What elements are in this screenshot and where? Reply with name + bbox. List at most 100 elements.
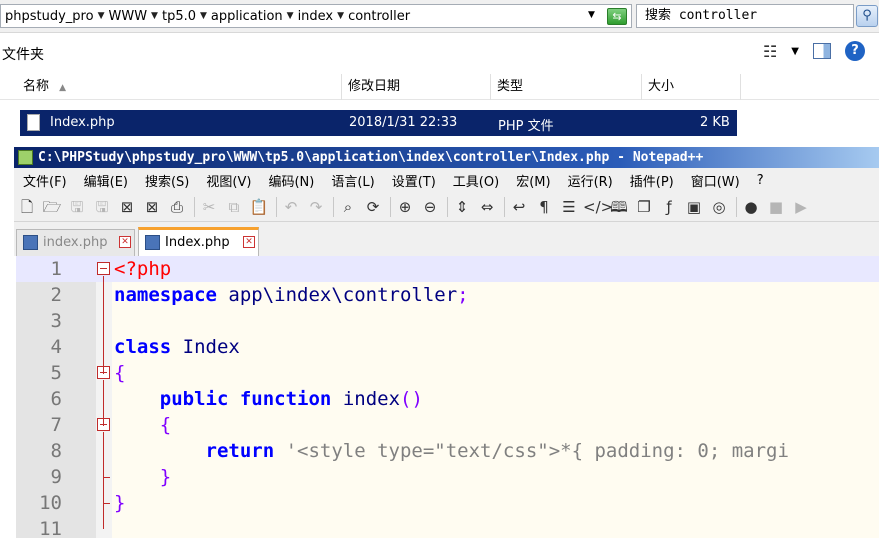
- breadcrumb[interactable]: phpstudy_pro ▼ WWW ▼ tp5.0 ▼ application ▼ i…: [0, 4, 632, 28]
- menu-settings[interactable]: 设置(T): [392, 171, 436, 190]
- open-file-icon[interactable]: 🗁: [41, 196, 63, 218]
- new-file-icon[interactable]: 🗋: [16, 196, 38, 218]
- close-tab-icon[interactable]: ✕: [243, 236, 255, 248]
- document-map-icon[interactable]: 🕮: [608, 196, 630, 218]
- indent-guide-icon[interactable]: ☰: [558, 196, 580, 218]
- code-text: return '<style type="text/css">*{ paddin…: [114, 438, 789, 464]
- menu-file[interactable]: 文件(F): [23, 171, 67, 190]
- code-line[interactable]: 7 {: [16, 412, 879, 438]
- close-tab-icon[interactable]: ✕: [119, 236, 131, 248]
- menu-macro[interactable]: 宏(M): [516, 171, 550, 190]
- folder-workspace-icon[interactable]: ◎: [708, 196, 730, 218]
- code-line[interactable]: 3: [16, 308, 879, 334]
- record-macro-icon[interactable]: ●: [740, 196, 762, 218]
- zoom-out-icon[interactable]: ⊖: [419, 196, 441, 218]
- replace-icon[interactable]: ⟳: [362, 196, 384, 218]
- word-wrap-icon[interactable]: ↩: [508, 196, 530, 218]
- close-icon[interactable]: ⊠: [116, 196, 138, 218]
- code-line[interactable]: 5{: [16, 360, 879, 386]
- xml-tag-icon[interactable]: </>: [583, 196, 613, 218]
- code-line[interactable]: 1 <?php: [16, 256, 879, 282]
- code-line[interactable]: 8 return '<style type="text/css">*{ padd…: [16, 438, 879, 464]
- undo-icon[interactable]: ↶: [280, 196, 302, 218]
- chevron-down-icon[interactable]: ▼: [200, 11, 207, 21]
- column-size[interactable]: 大小: [642, 74, 741, 100]
- menu-encoding[interactable]: 编码(N): [268, 171, 314, 190]
- paste-icon[interactable]: 📋: [248, 196, 270, 218]
- breadcrumb-label[interactable]: phpstudy_pro: [5, 9, 94, 24]
- breadcrumb-item[interactable]: index ▼: [298, 9, 349, 24]
- code-line[interactable]: 6 public function index(): [16, 386, 879, 412]
- stop-macro-icon[interactable]: ■: [765, 196, 787, 218]
- line-number: 2: [50, 284, 62, 306]
- code-line[interactable]: 4 class Index: [16, 334, 879, 360]
- line-number: 11: [39, 518, 62, 538]
- code-line[interactable]: 2 namespace app\index\controller;: [16, 282, 879, 308]
- cut-icon[interactable]: ✂: [198, 196, 220, 218]
- search-button[interactable]: ⚲: [856, 5, 878, 27]
- save-all-icon[interactable]: 🖫: [91, 196, 113, 218]
- breadcrumb-label[interactable]: index: [298, 9, 334, 24]
- show-all-chars-icon[interactable]: ¶: [533, 196, 555, 218]
- code-editor[interactable]: 1 <?php 2 namespace app\index\controller; 3 4…: [16, 256, 879, 538]
- chevron-down-icon[interactable]: ▼: [151, 11, 158, 21]
- view-options-icon[interactable]: ☷: [763, 42, 777, 61]
- preview-pane-icon[interactable]: [813, 43, 831, 59]
- monitor-icon[interactable]: ▣: [683, 196, 705, 218]
- column-modified[interactable]: 修改日期: [342, 74, 491, 100]
- save-icon[interactable]: 🖫: [66, 196, 88, 218]
- search-input[interactable]: 搜索 controller: [636, 4, 854, 28]
- explorer-toolbar: 文件夹 ☷ ▼ ?: [0, 33, 879, 73]
- menu-search[interactable]: 搜索(S): [145, 171, 189, 190]
- chevron-down-icon[interactable]: ▼: [337, 11, 344, 21]
- chevron-down-icon[interactable]: ▼: [287, 11, 294, 21]
- address-history-dropdown-icon[interactable]: ▼: [588, 10, 595, 20]
- breadcrumb-item[interactable]: controller: [348, 9, 410, 24]
- menu-edit[interactable]: 编辑(E): [84, 171, 128, 190]
- menu-tools[interactable]: 工具(O): [453, 171, 499, 190]
- code-line[interactable]: 10}: [16, 490, 879, 516]
- menu-help[interactable]: ?: [757, 173, 764, 188]
- doc-list-icon[interactable]: ❐: [633, 196, 655, 218]
- chevron-down-icon[interactable]: ▼: [791, 46, 799, 57]
- code-token: {: [114, 362, 126, 384]
- help-icon[interactable]: ?: [845, 41, 865, 61]
- chevron-down-icon[interactable]: ▼: [98, 11, 105, 21]
- tab-index-php-lower[interactable]: index.php ✕: [16, 229, 135, 256]
- sync-vertical-icon[interactable]: ⇕: [451, 196, 473, 218]
- refresh-button[interactable]: ⇆: [607, 8, 627, 25]
- breadcrumb-label[interactable]: WWW: [108, 9, 147, 24]
- menu-view[interactable]: 视图(V): [206, 171, 251, 190]
- breadcrumb-item[interactable]: WWW ▼: [108, 9, 161, 24]
- folders-button[interactable]: 文件夹: [2, 44, 44, 64]
- line-number: 7: [50, 414, 62, 436]
- breadcrumb-item[interactable]: tp5.0 ▼: [162, 9, 211, 24]
- tab-index-php[interactable]: Index.php ✕: [138, 227, 259, 256]
- code-token: app\index\controller: [216, 284, 458, 306]
- menu-run[interactable]: 运行(R): [568, 171, 613, 190]
- fold-toggle-icon[interactable]: [97, 262, 110, 275]
- zoom-in-icon[interactable]: ⊕: [394, 196, 416, 218]
- breadcrumb-label[interactable]: controller: [348, 9, 410, 24]
- code-line[interactable]: 11: [16, 516, 879, 538]
- sync-horizontal-icon[interactable]: ⇔: [476, 196, 498, 218]
- copy-icon[interactable]: ⧉: [223, 196, 245, 218]
- menu-plugins[interactable]: 插件(P): [630, 171, 674, 190]
- print-icon[interactable]: ⎙: [166, 196, 188, 218]
- close-all-icon[interactable]: ⊠: [141, 196, 163, 218]
- menu-language[interactable]: 语言(L): [331, 171, 374, 190]
- find-icon[interactable]: ⌕: [337, 196, 359, 218]
- code-line[interactable]: 9 }: [16, 464, 879, 490]
- breadcrumb-item[interactable]: application ▼: [211, 9, 298, 24]
- play-macro-icon[interactable]: ▶: [790, 196, 812, 218]
- breadcrumb-item[interactable]: phpstudy_pro ▼: [5, 9, 108, 24]
- breadcrumb-label[interactable]: application: [211, 9, 283, 24]
- column-name[interactable]: 名称 ▲: [17, 74, 342, 100]
- file-row[interactable]: Index.php 2018/1/31 22:33 PHP 文件 2 KB: [20, 110, 737, 136]
- function-list-icon[interactable]: ƒ: [658, 196, 680, 218]
- column-type[interactable]: 类型: [491, 74, 642, 100]
- notepad-app-icon: [18, 150, 33, 165]
- breadcrumb-label[interactable]: tp5.0: [162, 9, 196, 24]
- redo-icon[interactable]: ↷: [305, 196, 327, 218]
- menu-window[interactable]: 窗口(W): [691, 171, 740, 190]
